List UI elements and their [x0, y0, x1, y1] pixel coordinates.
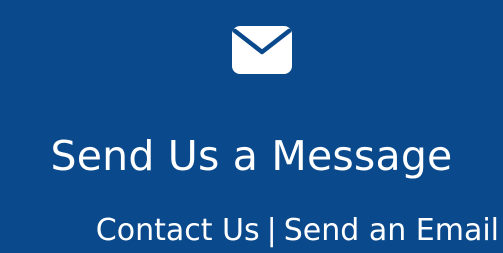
- page-title: Send Us a Message: [50, 132, 453, 180]
- message-cta-panel: Send Us a Message Contact Us | Send an Ema…: [0, 0, 503, 253]
- envelope-icon: [231, 24, 293, 76]
- contact-us-link[interactable]: Contact Us: [96, 213, 260, 248]
- send-email-link[interactable]: Send an Email: [284, 213, 499, 248]
- link-row: Contact Us | Send an Email: [0, 212, 503, 250]
- link-separator: |: [266, 213, 277, 248]
